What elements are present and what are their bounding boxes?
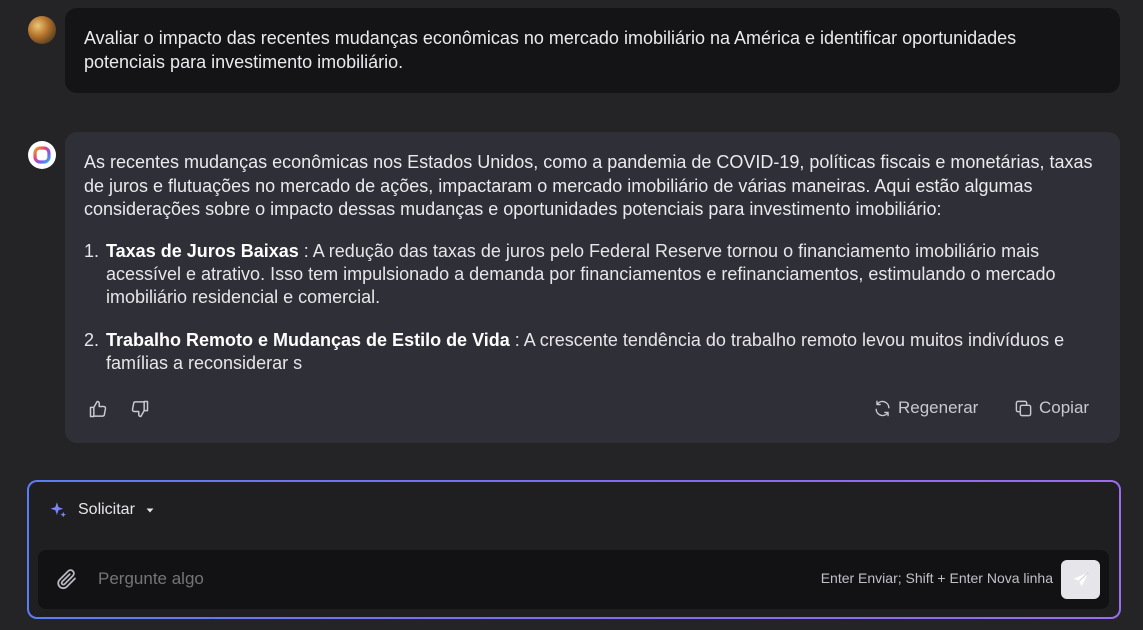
message-input[interactable] — [96, 568, 780, 590]
list-item-title: Trabalho Remoto e Mudanças de Estilo de … — [106, 329, 510, 350]
keyboard-hint: Enter Enviar; Shift + Enter Nova linha — [820, 570, 1053, 586]
copy-icon — [1015, 400, 1032, 416]
attach-button[interactable] — [54, 566, 80, 592]
user-message-text: Avaliar o impacto das recentes mudanças … — [84, 28, 1017, 72]
composer-panel: Solicitar Enter Enviar; Shift + Enter No… — [29, 482, 1119, 617]
list-item-number: 1. — [84, 240, 100, 261]
assistant-list: 1. Taxas de Juros Baixas : A redução das… — [84, 240, 1100, 375]
copy-label: Copiar — [1039, 398, 1090, 417]
sparkle-icon — [50, 502, 67, 518]
thumbs-up-button[interactable] — [83, 394, 113, 424]
composer: Solicitar Enter Enviar; Shift + Enter No… — [27, 480, 1121, 619]
user-message-bubble: Avaliar o impacto das recentes mudanças … — [65, 8, 1120, 93]
thumbs-down-icon — [131, 400, 149, 418]
assistant-logo-icon — [33, 146, 51, 164]
list-item: 1. Taxas de Juros Baixas : A redução das… — [84, 240, 1100, 309]
copy-button[interactable]: Copiar — [1014, 398, 1089, 418]
thumbs-up-icon — [89, 400, 107, 418]
caret-down-icon — [146, 508, 154, 512]
regenerate-label: Regenerar — [898, 398, 979, 417]
assistant-avatar — [28, 141, 56, 169]
thumbs-down-button[interactable] — [125, 394, 155, 424]
send-icon — [1073, 571, 1089, 587]
mode-selector[interactable]: Solicitar — [49, 500, 155, 519]
list-item-number: 2. — [84, 329, 100, 350]
paperclip-icon — [57, 569, 76, 590]
list-item-title: Taxas de Juros Baixas — [106, 240, 299, 261]
send-button[interactable] — [1061, 560, 1100, 599]
refresh-icon — [875, 400, 890, 416]
assistant-message-bubble: As recentes mudanças econômicas nos Esta… — [65, 132, 1120, 443]
user-avatar — [28, 16, 56, 44]
message-actions: Regenerar Copiar — [65, 394, 1120, 424]
regenerate-button[interactable]: Regenerar — [873, 398, 978, 418]
list-item: 2. Trabalho Remoto e Mudanças de Estilo … — [84, 329, 1100, 375]
input-row: Enter Enviar; Shift + Enter Nova linha — [38, 550, 1109, 609]
mode-label: Solicitar — [78, 500, 135, 518]
assistant-intro-text: As recentes mudanças econômicas nos Esta… — [84, 152, 1093, 219]
